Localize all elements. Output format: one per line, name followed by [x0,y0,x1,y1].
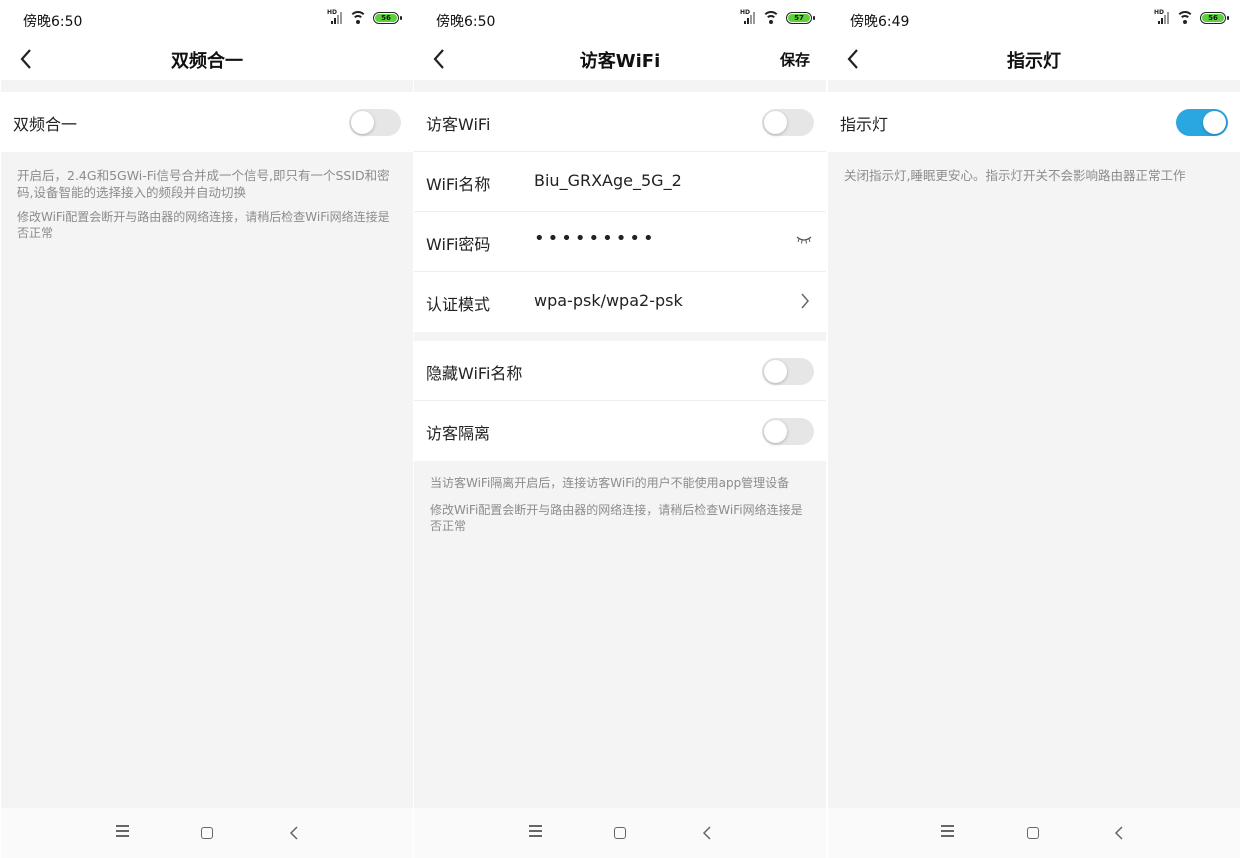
auth-mode-value: wpa-psk/wpa2-psk [534,291,683,310]
setting-label: 访客隔离 [426,424,491,443]
home-nav-icon[interactable] [1027,827,1039,839]
system-nav-bar [414,808,826,858]
indicator-light-toggle[interactable] [1176,109,1228,136]
menu-nav-icon[interactable] [941,825,957,841]
setting-row-auth-mode[interactable]: 认证模式 wpa-psk/wpa2-psk [414,272,826,332]
wifi-icon [762,11,780,25]
setting-row-guest-isolation: 访客隔离 [414,401,826,461]
guest-isolation-toggle[interactable] [762,418,814,445]
wifi-password-input[interactable]: ••••••••• [534,228,657,249]
page-title: 双频合一 [171,51,243,72]
page-title: 指示灯 [1007,51,1061,72]
battery-level: 57 [788,14,810,22]
setting-row-hide-ssid: 隐藏WiFi名称 [414,341,826,401]
status-bar: 傍晚6:50 HD 56 [1,0,413,38]
menu-nav-icon[interactable] [116,825,132,841]
back-nav-icon[interactable] [289,825,305,841]
setting-row-wifi-password[interactable]: WiFi密码 ••••••••• [414,212,826,272]
settings-card: 指示灯 [828,92,1240,152]
home-nav-icon[interactable] [614,827,626,839]
battery-level: 56 [375,14,397,22]
wifi-name-input[interactable]: Biu_GRXAge_5G_2 [534,171,682,190]
battery-icon: 56 [1200,12,1229,24]
battery-icon: 57 [786,12,815,24]
guest-wifi-card: 访客WiFi WiFi名称 Biu_GRXAge_5G_2 WiFi密码 •••… [414,92,826,332]
status-bar: 傍晚6:49 HD 56 [828,0,1240,38]
wifi-icon [349,11,367,25]
status-time: 傍晚6:50 [23,14,83,30]
setting-row-wifi-name[interactable]: WiFi名称 Biu_GRXAge_5G_2 [414,152,826,212]
setting-label: WiFi密码 [426,235,491,254]
chevron-right-icon [801,293,809,309]
setting-label: 隐藏WiFi名称 [426,364,523,383]
menu-nav-icon[interactable] [529,825,545,841]
status-time: 傍晚6:50 [436,14,496,30]
save-button[interactable]: 保存 [780,49,810,70]
warning-text: 修改WiFi配置会断开与路由器的网络连接，请稍后检查WiFi网络连接是否正常 [17,210,390,240]
status-bar: 傍晚6:50 HD 57 [414,0,826,38]
warning-text: 修改WiFi配置会断开与路由器的网络连接，请稍后检查WiFi网络连接是否正常 [430,503,803,533]
setting-label: 访客WiFi [426,115,491,134]
setting-label: 指示灯 [840,115,889,134]
status-time: 傍晚6:49 [850,14,910,30]
setting-row-indicator-light: 指示灯 [828,92,1240,152]
wifi-icon [1176,11,1194,25]
screen-guest-wifi: 傍晚6:50 HD 57 访客WiFi 保存 访客WiFi WiFi名称 Biu… [414,0,826,858]
setting-row-guest-wifi: 访客WiFi [414,92,826,152]
title-bar: 访客WiFi 保存 [414,38,826,80]
back-nav-icon[interactable] [702,825,718,841]
battery-icon: 56 [373,12,402,24]
dual-band-toggle[interactable] [349,109,401,136]
settings-card: 双频合一 [1,92,413,152]
setting-label: 双频合一 [13,115,78,134]
signal-icon: HD [740,9,756,25]
guest-wifi-toggle[interactable] [762,109,814,136]
isolation-note: 当访客WiFi隔离开启后，连接访客WiFi的用户不能使用app管理设备 [430,476,790,490]
screen-dual-band: 傍晚6:50 HD 56 双频合一 双频合一 开启后，2.4G和5GWi-Fi信… [1,0,413,858]
battery-level: 56 [1202,14,1224,22]
setting-label: 认证模式 [426,295,491,314]
page-title: 访客WiFi [579,51,661,72]
description-text: 开启后，2.4G和5GWi-Fi信号合并成一个信号,即只有一个SSID和密码,设… [17,168,390,200]
back-nav-icon[interactable] [1114,825,1130,841]
description-text: 关闭指示灯,睡眠更安心。指示灯开关不会影响路由器正常工作 [844,168,1186,183]
screen-indicator-light: 傍晚6:49 HD 56 指示灯 指示灯 关闭指示灯,睡眠更安心。指示灯开关不会… [828,0,1240,858]
signal-icon: HD [327,9,343,25]
home-nav-icon[interactable] [201,827,213,839]
system-nav-bar [1,808,413,858]
setting-label: WiFi名称 [426,175,491,194]
hide-ssid-toggle[interactable] [762,358,814,385]
title-bar: 指示灯 [828,38,1240,80]
signal-icon: HD [1154,9,1170,25]
title-bar: 双频合一 [1,38,413,80]
system-nav-bar [828,808,1240,858]
eye-closed-icon[interactable] [796,234,812,244]
setting-row-dual-band: 双频合一 [1,92,413,152]
guest-options-card: 隐藏WiFi名称 访客隔离 [414,341,826,461]
